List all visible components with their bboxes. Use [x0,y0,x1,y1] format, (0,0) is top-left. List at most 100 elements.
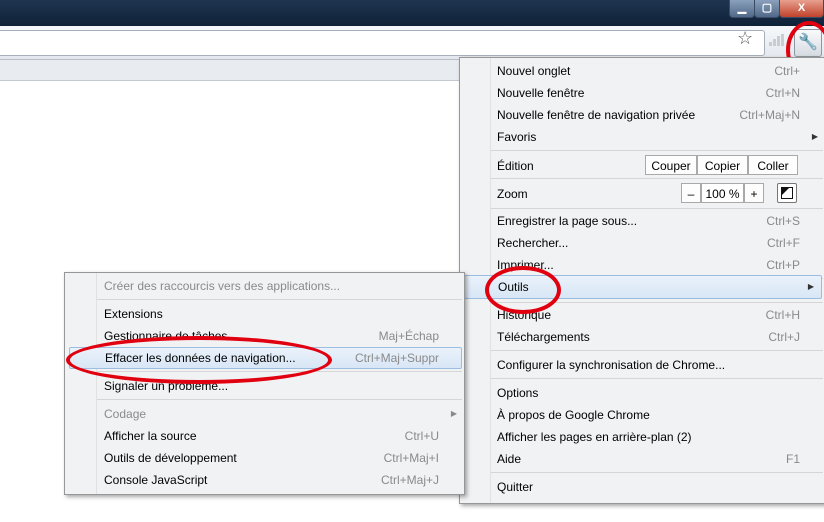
menu-item-label: Console JavaScript [104,473,208,487]
menu-item-label: Nouvel onglet [497,64,571,78]
close-icon: X [797,2,806,14]
submenu-item-js-console[interactable]: Console JavaScript Ctrl+Maj+J [65,469,464,491]
menu-item-tools[interactable]: Outils ▶ [464,275,822,299]
menu-item-shortcut: Ctrl+Maj+N [739,108,800,122]
menu-item-label: Édition [497,159,534,173]
menu-item-label: Imprimer... [497,258,554,272]
wrench-icon: 🔧 [798,34,818,51]
menu-separator [491,472,823,473]
menu-item-label: Enregistrer la page sous... [497,214,638,228]
menu-item-shortcut: Maj+Échap [378,329,439,343]
paste-button[interactable]: Coller [748,155,798,175]
menu-item-options[interactable]: Options [460,382,824,404]
menu-item-shortcut: Ctrl+N [765,86,800,100]
signal-icon [769,34,785,46]
title-bar: ▁ ▢ X [0,0,824,26]
menu-separator [491,378,823,379]
menu-item-shortcut: Ctrl+F [767,236,800,250]
chevron-right-icon: ▶ [811,132,818,141]
submenu-item-app-shortcuts[interactable]: Créer des raccourcis vers des applicatio… [65,275,464,297]
menu-separator [491,178,823,179]
menu-separator [97,399,462,400]
menu-item-label: À propos de Google Chrome [497,408,650,422]
menu-item-shortcut: Ctrl+Maj+Suppr [354,351,439,365]
address-bar[interactable] [0,30,765,56]
menu-item-favorites[interactable]: Favoris ▶ [460,126,824,148]
menu-item-label: Zoom [497,187,528,201]
menu-item-quit[interactable]: Quitter [460,476,824,498]
menu-item-downloads[interactable]: Téléchargements Ctrl+J [460,326,824,348]
menu-separator [491,350,823,351]
menu-item-zoom: Zoom [460,182,824,206]
menu-item-label: Nouvelle fenêtre de navigation privée [497,108,696,122]
menu-item-find[interactable]: Rechercher... Ctrl+F [460,232,824,254]
cut-button[interactable]: Couper [645,155,697,175]
submenu-item-encoding[interactable]: Codage ▶ [65,403,464,425]
copy-button[interactable]: Copier [697,155,748,175]
menu-item-label: Aide [497,452,522,466]
menu-item-label: Téléchargements [497,330,590,344]
menu-item-history[interactable]: Historique Ctrl+H [460,304,824,326]
menu-item-about[interactable]: À propos de Google Chrome [460,404,824,426]
star-icon[interactable]: ☆ [737,26,753,50]
menu-item-help[interactable]: Aide F1 [460,448,824,470]
submenu-item-clear-data[interactable]: Effacer les données de navigation... Ctr… [69,347,462,369]
submenu-item-extensions[interactable]: Extensions [65,303,464,325]
menu-item-label: Effacer les données de navigation... [105,351,296,365]
menu-item-label: Gestionnaire de tâches [104,329,228,343]
menu-separator [491,302,823,303]
menu-item-label: Outils de développement [104,451,237,465]
close-button[interactable]: X [779,0,824,18]
maximize-icon: ▢ [761,2,773,14]
menu-item-label: Signaler un problème... [104,379,229,393]
menu-item-shortcut: Ctrl+U [404,429,439,443]
menu-separator [97,299,462,300]
menu-item-shortcut: Ctrl+Maj+I [383,451,439,465]
menu-item-print[interactable]: Imprimer... Ctrl+P [460,254,824,276]
submenu-item-task-manager[interactable]: Gestionnaire de tâches Maj+Échap [65,325,464,347]
zoom-out-button[interactable]: – [681,183,701,203]
menu-item-shortcut: Ctrl+ [774,64,800,78]
menu-item-label: Nouvelle fenêtre [497,86,585,100]
chevron-right-icon: ▶ [807,282,814,291]
menu-item-shortcut: Ctrl+Maj+J [380,473,439,487]
fullscreen-icon[interactable] [777,183,797,203]
menu-item-shortcut: Ctrl+P [766,258,800,272]
menu-item-label: Afficher les pages en arrière-plan (2) [497,430,692,444]
menu-item-sync[interactable]: Configurer la synchronisation de Chrome.… [460,354,824,376]
menu-separator [97,371,462,372]
menu-separator [491,208,823,209]
menu-item-label: Favoris [497,130,537,144]
submenu-item-view-source[interactable]: Afficher la source Ctrl+U [65,425,464,447]
minimize-icon: ▁ [737,2,747,14]
menu-item-label: Extensions [104,307,163,321]
menu-item-shortcut: Ctrl+H [765,308,800,322]
menu-item-label: Quitter [497,480,534,494]
menu-item-label: Configurer la synchronisation de Chrome.… [497,358,726,372]
menu-item-label: Options [497,386,539,400]
submenu-item-report-issue[interactable]: Signaler un problème... [65,375,464,397]
menu-separator [491,150,823,151]
menu-item-label: Historique [497,308,552,322]
menu-item-shortcut: F1 [785,452,800,466]
menu-item-shortcut: Ctrl+J [768,330,800,344]
tools-submenu: Créer des raccourcis vers des applicatio… [64,272,465,495]
menu-item-background-pages[interactable]: Afficher les pages en arrière-plan (2) [460,426,824,448]
menu-item-shortcut: Ctrl+S [766,214,800,228]
zoom-in-button[interactable]: + [744,183,764,203]
menu-item-label: Outils [498,280,529,294]
zoom-level: 100 % [701,183,744,203]
menu-item-incognito[interactable]: Nouvelle fenêtre de navigation privée Ct… [460,104,824,126]
maximize-button[interactable]: ▢ [754,0,780,18]
menu-item-save-page[interactable]: Enregistrer la page sous... Ctrl+S [460,210,824,232]
menu-item-label: Rechercher... [497,236,569,250]
browser-toolbar: ☆ [0,26,824,60]
minimize-button[interactable]: ▁ [729,0,755,18]
wrench-menu-button[interactable]: 🔧 [794,29,822,57]
menu-item-label: Créer des raccourcis vers des applicatio… [104,279,341,293]
submenu-item-dev-tools[interactable]: Outils de développement Ctrl+Maj+I [65,447,464,469]
menu-item-new-tab[interactable]: Nouvel onglet Ctrl+ [460,60,824,82]
menu-item-label: Codage [104,407,147,421]
menu-item-new-window[interactable]: Nouvelle fenêtre Ctrl+N [460,82,824,104]
menu-item-label: Afficher la source [104,429,197,443]
